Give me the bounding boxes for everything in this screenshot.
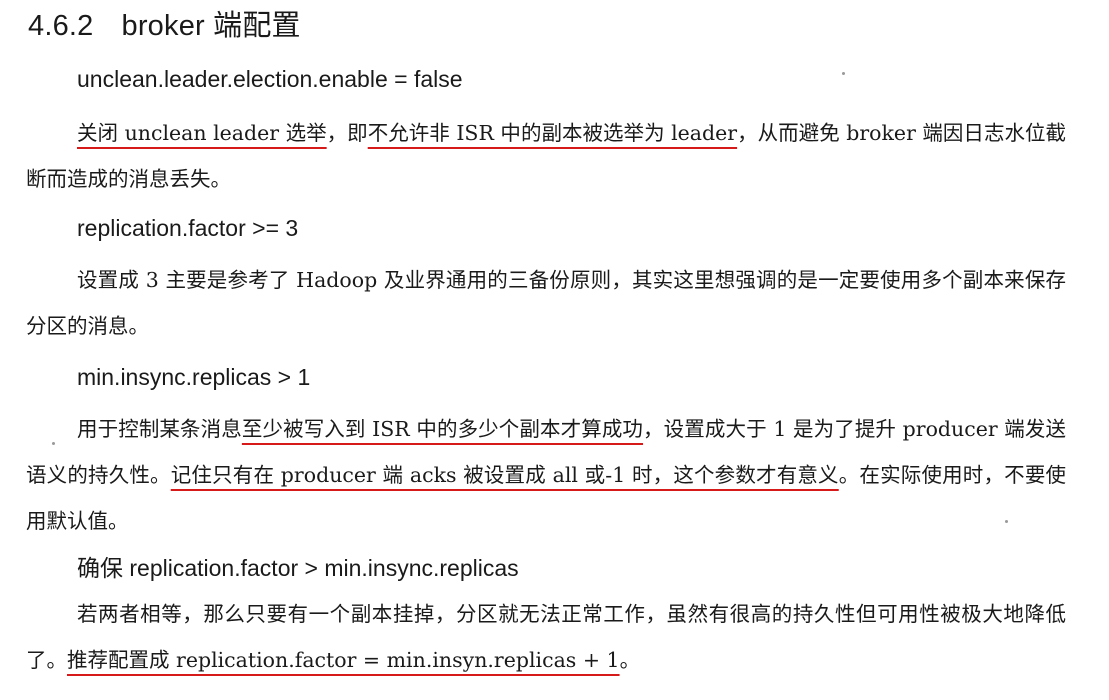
underlined-text: 推荐配置成 replication.factor = min.insyn.rep… — [67, 648, 620, 672]
underlined-text: 至少被写入到 ISR 中的多少个副本才算成功 — [241, 417, 644, 441]
section-title: broker 端配置 — [121, 10, 301, 42]
scan-speck — [1005, 520, 1008, 523]
scan-speck — [52, 442, 55, 445]
config-line-replication-factor: replication.factor >= 3 — [77, 215, 299, 241]
underlined-text: 关闭 unclean leader 选举 — [77, 121, 327, 145]
paragraph-unclean-leader: 关闭 unclean leader 选举，即不允许非 ISR 中的副本被选举为 … — [26, 110, 1066, 202]
paragraph-replication-factor: 设置成 3 主要是参考了 Hadoop 及业界通用的三备份原则，其实这里想强调的… — [26, 257, 1066, 349]
document-page: 4.6.2 broker 端配置 unclean.leader.election.… — [0, 0, 1109, 700]
config-line-ensure-replication: 确保 replication.factor > min.insync.repli… — [77, 555, 519, 581]
paragraph-text: 用于控制某条消息 — [77, 417, 242, 441]
section-number: 4.6.2 — [28, 10, 94, 42]
config-line-unclean-leader: unclean.leader.election.enable = false — [77, 66, 463, 92]
paragraph-text: 设置成 3 主要是参考了 Hadoop 及业界通用的三备份原则，其实这里想强调的… — [26, 268, 1066, 338]
paragraph-text: 。 — [619, 648, 641, 672]
paragraph-ensure-replication: 若两者相等，那么只要有一个副本挂掉，分区就无法正常工作，虽然有很高的持久性但可用… — [26, 591, 1066, 683]
paragraph-min-insync-replicas: 用于控制某条消息至少被写入到 ISR 中的多少个副本才算成功，设置成大于 1 是… — [26, 406, 1066, 544]
scan-speck — [842, 72, 845, 75]
paragraph-text: ，即 — [326, 121, 368, 145]
underlined-text: 记住只有在 producer 端 acks 被设置成 all 或-1 时，这个参… — [170, 463, 839, 487]
underlined-text: 不允许非 ISR 中的副本被选举为 leader — [367, 121, 738, 145]
config-line-min-insync-replicas: min.insync.replicas > 1 — [77, 364, 311, 390]
section-heading: 4.6.2 broker 端配置 — [28, 2, 301, 44]
